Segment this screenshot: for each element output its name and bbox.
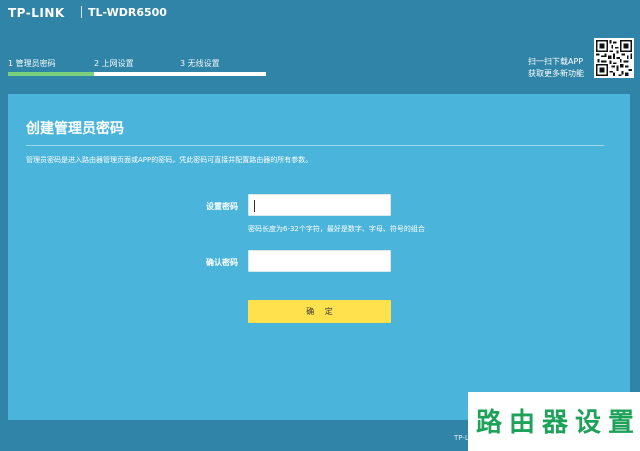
text-caret (254, 200, 255, 212)
step-label: 3 无线设置 (180, 59, 220, 68)
step-label: 1 管理员密码 (8, 59, 56, 68)
confirm-password-input[interactable] (248, 250, 391, 272)
set-password-label: 设置密码 (206, 202, 238, 211)
model-name: TL-WDR6500 (88, 6, 167, 19)
step-wireless-settings: 3 无线设置 (180, 58, 266, 76)
password-hint: 密码长度为6-32个字符，最好是数字、字母、符号的组合 (248, 225, 425, 233)
step-admin-password: 1 管理员密码 (8, 58, 94, 76)
footer-text: TP-L (454, 434, 469, 442)
panel-title: 创建管理员密码 (26, 121, 124, 137)
brand-divider (81, 6, 82, 18)
brand-logo: TP-LINK (8, 6, 65, 20)
set-password-input[interactable] (248, 194, 391, 216)
step-progress-bar (8, 72, 94, 76)
header: TP-LINK TL-WDR6500 1 管理员密码 2 上网设置 3 无线设置… (0, 0, 640, 92)
confirm-password-label: 确认密码 (206, 258, 238, 267)
step-label: 2 上网设置 (94, 59, 134, 68)
app-download-promo: 扫一扫下载APP 获取更多新功能 (528, 56, 584, 80)
confirm-button[interactable]: 确 定 (248, 300, 391, 323)
app-promo-line1: 扫一扫下载APP (528, 57, 584, 66)
divider (26, 145, 604, 146)
watermark: 路由器设置 (468, 392, 640, 451)
watermark-text: 路由器设置 (476, 408, 640, 438)
step-internet-settings: 2 上网设置 (94, 58, 180, 76)
step-progress-bar (94, 72, 180, 76)
setup-panel: 创建管理员密码 管理员密码是进入路由器管理页面或APP的密码，凭此密码可直接并配… (8, 94, 630, 420)
qr-code-icon (594, 38, 634, 78)
step-progress-bar (180, 72, 266, 76)
app-promo-line2: 获取更多新功能 (528, 69, 584, 78)
panel-description: 管理员密码是进入路由器管理页面或APP的密码，凭此密码可直接并配置路由器的所有参… (26, 156, 313, 164)
